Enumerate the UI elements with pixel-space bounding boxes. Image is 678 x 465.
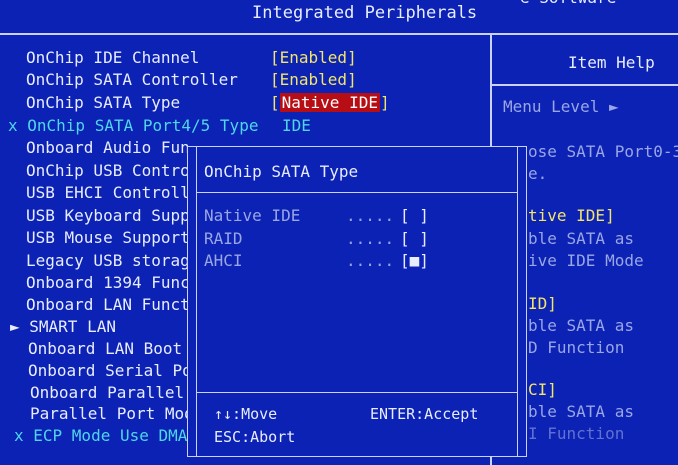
menu-item-onboard-audio[interactable]: Onboard Audio Fun — [26, 138, 190, 158]
item-help-title: Item Help — [568, 53, 655, 72]
sata-type-dialog: OnChip SATA Type Native IDE ..... [ ] RA… — [187, 146, 527, 457]
menu-item-onchip-sata-type[interactable]: OnChip SATA Type — [26, 93, 180, 113]
dialog-footer-separator — [196, 392, 518, 393]
dialog-left-rule — [196, 147, 197, 456]
hint-abort: ESC:Abort — [214, 428, 296, 446]
menu-item-legacy-usb[interactable]: Legacy USB storag — [26, 251, 190, 271]
option-label[interactable]: Native IDE — [204, 206, 300, 226]
selected-value-highlight[interactable]: Native IDE — [279, 93, 380, 112]
menu-item-parallel-port-mode[interactable]: Parallel Port Mod — [30, 404, 194, 424]
menu-item-onboard-1394[interactable]: Onboard 1394 Func — [26, 273, 190, 293]
dialog-right-rule — [517, 147, 518, 456]
help-line: ble SATA as — [528, 316, 634, 335]
menu-item-sata-port45-type: x OnChip SATA Port4/5 Type — [8, 116, 259, 135]
top-right-fragment: e Software — [520, 0, 616, 8]
option-label[interactable]: AHCI — [204, 251, 243, 271]
help-line: I Function — [528, 424, 625, 443]
help-line: D Function — [528, 338, 625, 357]
help-line: ble SATA as — [528, 229, 634, 248]
option-checkbox[interactable]: [■] — [400, 251, 429, 271]
dialog-title-separator — [196, 192, 518, 193]
menu-item-onboard-parallel[interactable]: Onboard Parallel — [30, 383, 184, 403]
option-label[interactable]: RAID — [204, 229, 243, 249]
menu-item-onchip-ide-channel[interactable]: OnChip IDE Channel — [26, 48, 199, 68]
help-line: ose SATA Port0-3 — [528, 142, 678, 161]
menu-item-onboard-serial[interactable]: Onboard Serial Po — [28, 361, 192, 381]
option-dots: ..... — [346, 251, 395, 270]
menu-item-onboard-lan-function[interactable]: Onboard LAN Funct — [26, 295, 190, 315]
menu-value-onchip-sata-controller[interactable]: [Enabled] — [270, 70, 357, 90]
option-checkbox[interactable]: [ ] — [400, 206, 429, 226]
help-line: CI] — [528, 380, 557, 399]
header-divider — [0, 33, 678, 35]
menu-item-onchip-sata-controller[interactable]: OnChip SATA Controller — [26, 70, 238, 90]
help-line: tive IDE] — [528, 206, 615, 225]
menu-item-usb-ehci[interactable]: USB EHCI Controll — [26, 183, 190, 203]
dialog-title: OnChip SATA Type — [204, 162, 359, 181]
hint-accept: ENTER:Accept — [370, 405, 479, 423]
option-dots: ..... — [346, 206, 395, 225]
menu-item-usb-mouse[interactable]: USB Mouse Support — [26, 228, 190, 248]
menu-value-sata-port45-type: IDE — [282, 116, 311, 135]
option-checkbox[interactable]: [ ] — [400, 229, 429, 249]
page-title: Integrated Peripherals — [252, 3, 478, 23]
menu-value-onchip-sata-type[interactable]: [Native IDE] — [270, 93, 390, 113]
option-dots: ..... — [346, 229, 395, 248]
menu-item-ecp-mode-dma: x ECP Mode Use DMA — [14, 426, 188, 445]
menu-item-smart-lan[interactable]: ► SMART LAN — [10, 317, 116, 337]
help-divider — [492, 84, 678, 86]
help-line: ID] — [528, 294, 557, 313]
help-line: e. — [528, 164, 548, 183]
menu-value-onchip-ide-channel[interactable]: [Enabled] — [270, 48, 357, 68]
menu-level-indicator: Menu Level ► — [503, 97, 619, 116]
menu-item-onchip-usb[interactable]: OnChip USB Contro — [26, 161, 190, 181]
help-line: ive IDE Mode — [528, 251, 644, 270]
menu-item-onboard-lan-boot[interactable]: Onboard LAN Boot — [28, 339, 182, 359]
menu-item-usb-keyboard[interactable]: USB Keyboard Supp — [26, 206, 190, 226]
bios-screen: Integrated Peripherals e Software OnChip… — [0, 0, 678, 465]
hint-move: ↑↓:Move — [214, 405, 278, 423]
help-line: ble SATA as — [528, 402, 634, 421]
